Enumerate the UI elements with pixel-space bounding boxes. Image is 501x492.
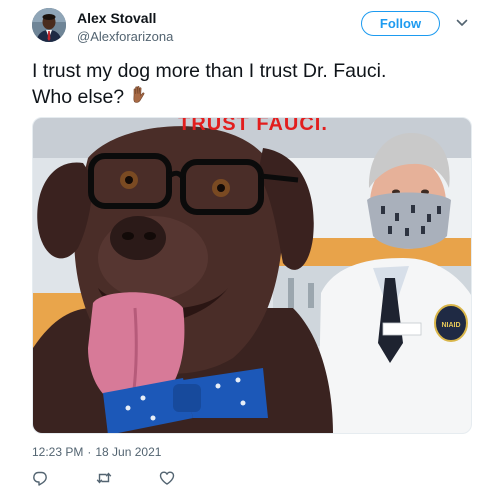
raised-hand-emoji-icon <box>133 85 145 103</box>
profile-photo-icon <box>32 8 66 42</box>
tweet-timestamp[interactable]: 12:23 PM · 18 Jun 2021 <box>32 445 161 459</box>
timestamp-separator: · <box>87 445 92 459</box>
tweet-media-image[interactable]: NIAID TRUST FAUCI. <box>32 117 472 434</box>
tweet-text-line-2: Who else? <box>32 84 482 110</box>
chevron-down-icon <box>456 19 468 26</box>
coat-badge-text: NIAID <box>441 322 460 329</box>
reply-icon <box>33 471 47 486</box>
dog-and-fauci-photo: NIAID <box>33 118 471 433</box>
tweet-date: 18 Jun 2021 <box>95 445 162 459</box>
more-options-button[interactable] <box>455 16 469 30</box>
retweet-icon <box>96 472 112 484</box>
avatar[interactable] <box>32 8 66 42</box>
follow-button[interactable]: Follow <box>361 11 440 36</box>
display-name[interactable]: Alex Stovall <box>77 10 156 26</box>
tweet-text: I trust my dog more than I trust Dr. Fau… <box>32 58 482 110</box>
tweet-time: 12:23 PM <box>32 445 84 459</box>
tweet-text-line-2-text: Who else? <box>32 86 125 108</box>
tweet-card: Alex Stovall @Alexforarizona Follow I tr… <box>0 0 501 492</box>
retweet-button[interactable] <box>96 470 112 486</box>
like-button[interactable] <box>159 470 175 486</box>
tweet-text-line-1: I trust my dog more than I trust Dr. Fau… <box>32 60 387 82</box>
reply-button[interactable] <box>32 470 48 486</box>
like-icon <box>159 471 175 485</box>
user-handle[interactable]: @Alexforarizona <box>77 29 173 44</box>
